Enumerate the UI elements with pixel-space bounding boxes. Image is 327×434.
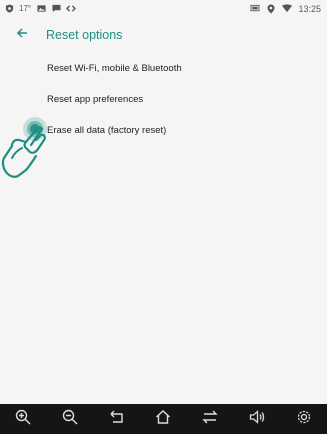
back-button[interactable] — [4, 17, 40, 53]
screen-icon — [250, 4, 260, 14]
nav-back-button[interactable] — [106, 408, 128, 430]
wifi-icon — [282, 4, 293, 14]
navigation-bar — [0, 404, 327, 434]
volume-icon — [249, 409, 265, 430]
code-icon — [66, 4, 77, 14]
app-bar: Reset options — [0, 17, 327, 53]
zoom-in-button[interactable] — [12, 408, 34, 430]
arrow-left-icon — [16, 26, 28, 44]
status-bar: 17° 13:25 — [0, 0, 327, 17]
status-left: 17° — [0, 4, 77, 14]
reset-network-option[interactable]: Reset Wi-Fi, mobile & Bluetooth — [0, 53, 327, 84]
zoom-in-icon — [15, 409, 31, 430]
temperature: 17° — [19, 4, 32, 13]
recent-apps-icon — [202, 410, 218, 429]
settings-button[interactable] — [293, 408, 315, 430]
option-label: Erase all data (factory reset) — [47, 125, 167, 136]
status-time: 13:25 — [298, 3, 321, 14]
image-icon — [36, 4, 46, 14]
volume-button[interactable] — [246, 408, 268, 430]
status-right: 13:25 — [250, 4, 327, 14]
message-icon — [51, 4, 61, 14]
location-icon — [266, 4, 276, 14]
option-label: Reset app preferences — [47, 94, 144, 105]
home-icon — [155, 409, 171, 430]
settings-icon — [296, 409, 312, 430]
zoom-out-button[interactable] — [59, 408, 81, 430]
tap-pointer-hand-icon — [0, 110, 62, 190]
home-button[interactable] — [152, 408, 174, 430]
option-label: Reset Wi-Fi, mobile & Bluetooth — [47, 63, 182, 74]
page-title: Reset options — [46, 28, 123, 42]
shield-icon — [4, 4, 14, 14]
back-icon — [109, 410, 125, 429]
recent-apps-button[interactable] — [199, 408, 221, 430]
zoom-out-icon — [62, 409, 78, 430]
